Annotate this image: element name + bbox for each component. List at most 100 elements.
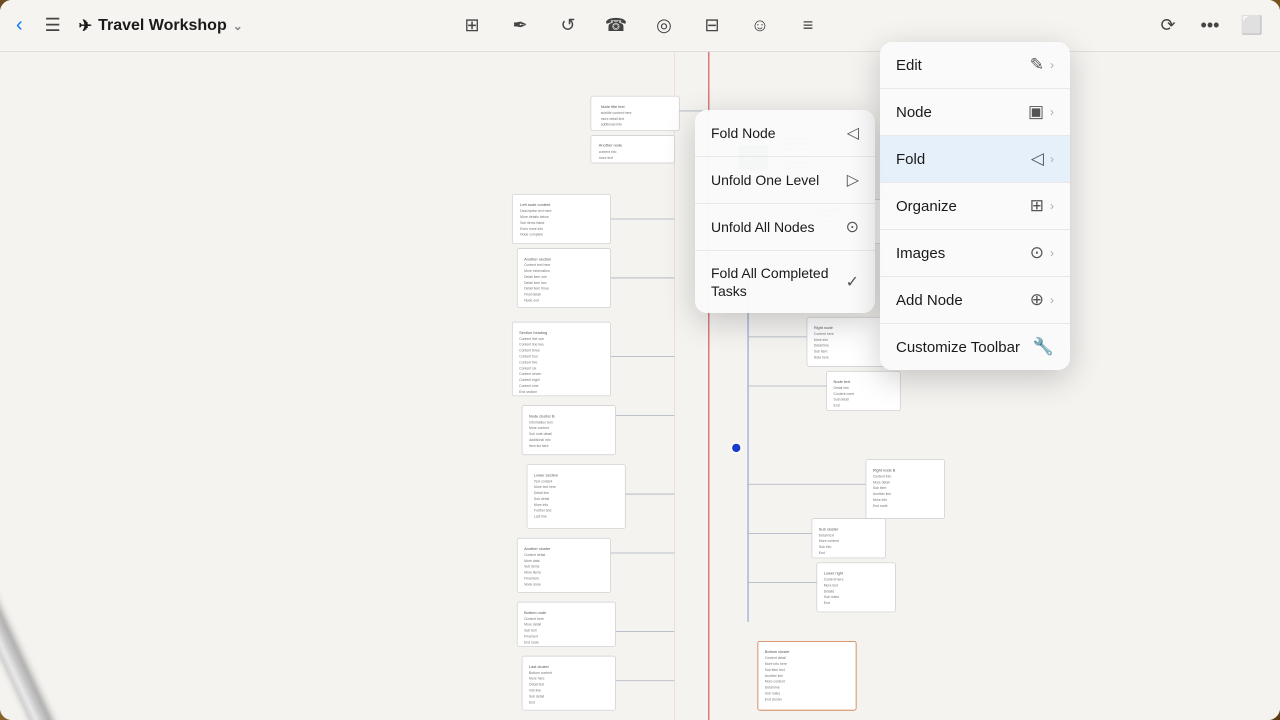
title-chevron-icon[interactable]: ⌄ [233, 19, 243, 33]
organize-right: ⊞ › [1030, 196, 1054, 216]
edit-label: Edit [896, 57, 922, 74]
svg-text:Lower section: Lower section [534, 472, 558, 477]
more-icon[interactable]: ••• [1194, 10, 1226, 42]
svg-text:Further text: Further text [534, 509, 552, 513]
node-menu-item[interactable]: Node ▣ › [880, 89, 1070, 136]
svg-text:Lower right: Lower right [824, 571, 844, 576]
add-node-icon: ⊕ [1030, 290, 1044, 310]
svg-text:More info here: More info here [765, 662, 787, 666]
images-menu-item-left: Images [896, 245, 945, 262]
add-node-label: Add Node [896, 292, 963, 309]
fold-completed-label: Fold All Completed Tasks [711, 264, 846, 300]
svg-text:Content more: Content more [834, 392, 855, 396]
fold-node-item[interactable]: Fold Node ◁ [695, 110, 875, 157]
fold-icon: ◁ [1031, 149, 1044, 169]
svg-text:More info: More info [873, 498, 887, 502]
emoji-icon[interactable]: ☺ [744, 10, 776, 42]
pen-icon[interactable]: ✒ [504, 10, 536, 42]
svg-text:Last cluster: Last cluster [529, 664, 550, 669]
svg-text:Sub detail: Sub detail [534, 497, 549, 501]
customize-toolbar-menu-item[interactable]: Customize Toolbar 🔧 [880, 324, 1070, 370]
svg-text:Note here: Note here [814, 355, 829, 359]
unfold-all-nodes-item[interactable]: Unfold All Nodes ⊙ [695, 204, 875, 251]
svg-text:End cluster: End cluster [765, 697, 783, 701]
back-button[interactable]: ‹ [12, 10, 27, 41]
svg-text:Sub cluster: Sub cluster [819, 526, 839, 531]
add-node-menu-item-left: Add Node [896, 292, 963, 309]
fold-right: ◁ › [1031, 149, 1054, 169]
svg-text:Detail item one: Detail item one [524, 275, 547, 279]
svg-text:Content four: Content four [519, 355, 539, 359]
note-icon[interactable]: ≡ [792, 10, 824, 42]
svg-text:Content five: Content five [519, 360, 537, 364]
images-icon: ⊙ [1030, 243, 1044, 263]
svg-text:End: End [529, 700, 535, 704]
grid-icon[interactable]: ⊞ [456, 10, 488, 42]
svg-text:Text content: Text content [534, 479, 552, 483]
svg-text:Final text: Final text [524, 634, 538, 638]
undo-icon[interactable]: ↺ [552, 10, 584, 42]
unfold-one-level-item[interactable]: Unfold One Level ▷ [695, 157, 875, 204]
svg-text:Sub items: Sub items [524, 565, 540, 569]
svg-text:Final item: Final item [524, 577, 539, 581]
customize-right: 🔧 [1033, 337, 1054, 357]
svg-text:More text: More text [824, 583, 838, 587]
svg-text:Sub note detail: Sub note detail [529, 432, 552, 436]
camera-icon[interactable]: ◎ [648, 10, 680, 42]
svg-text:Final detail: Final detail [524, 293, 541, 297]
svg-text:Content line two: Content line two [519, 343, 544, 347]
svg-text:Content line one: Content line one [519, 337, 544, 341]
fold-menu-item[interactable]: Fold ◁ › [880, 136, 1070, 183]
svg-text:End node: End node [524, 640, 539, 644]
edit-menu-item[interactable]: Edit ✎ › [880, 42, 1070, 89]
add-node-menu-item[interactable]: Add Node ⊕ › [880, 277, 1070, 324]
svg-text:more detail text: more detail text [601, 117, 624, 121]
images-right: ⊙ › [1030, 243, 1054, 263]
svg-text:More here: More here [529, 677, 545, 681]
sync-icon[interactable]: ⟳ [1152, 10, 1184, 42]
svg-text:Content here: Content here [524, 617, 544, 621]
svg-text:End node: End node [873, 504, 888, 508]
svg-text:Information text: Information text [529, 420, 553, 424]
images-menu-item[interactable]: Images ⊙ › [880, 230, 1070, 277]
svg-text:Another node: Another node [599, 142, 622, 147]
panel-icon[interactable]: ⬜ [1236, 10, 1268, 42]
edit-icon: ✎ [1030, 55, 1044, 75]
organize-icon: ⊞ [1030, 196, 1044, 216]
layout-icon[interactable]: ⊟ [696, 10, 728, 42]
svg-text:Details: Details [824, 589, 835, 593]
svg-text:Content detail: Content detail [765, 656, 786, 660]
images-arrow-icon: › [1050, 246, 1054, 260]
customize-toolbar-label: Customize Toolbar [896, 339, 1020, 356]
unfold-one-level-icon: ▷ [847, 170, 859, 190]
organize-label: Organize [896, 198, 957, 215]
svg-text:additional info: additional info [601, 123, 622, 127]
svg-text:More information: More information [524, 269, 550, 273]
svg-text:Info line: Info line [529, 689, 541, 693]
fold-completed-item[interactable]: Fold All Completed Tasks ✓ [695, 251, 875, 313]
svg-text:Content three: Content three [519, 349, 540, 353]
svg-text:Content info: Content info [873, 474, 892, 478]
svg-text:Sub items listed: Sub items listed [520, 221, 544, 225]
svg-text:Sub item: Sub item [814, 350, 828, 354]
svg-text:Detail info: Detail info [834, 386, 849, 390]
node-menu-item-left: Node [896, 104, 932, 121]
svg-text:Content here: Content here [824, 578, 844, 582]
svg-text:Bottom cluster: Bottom cluster [765, 649, 791, 654]
add-node-arrow-icon: › [1050, 293, 1054, 307]
fold-completed-icon: ✓ [846, 272, 859, 292]
svg-text:End: End [819, 551, 825, 555]
svg-text:Another cluster: Another cluster [524, 546, 551, 551]
fold-arrow-icon: › [1050, 152, 1054, 166]
organize-menu-item[interactable]: Organize ⊞ › [880, 183, 1070, 230]
sidebar-toggle-button[interactable]: ☰ [37, 10, 69, 42]
svg-text:Content text here: Content text here [524, 263, 550, 267]
svg-text:Sub item: Sub item [873, 486, 887, 490]
node-label: Node [896, 104, 932, 121]
svg-text:Content six: Content six [519, 366, 536, 370]
svg-text:Detail line: Detail line [534, 491, 549, 495]
svg-text:Description text here: Description text here [520, 209, 551, 213]
edit-right: ✎ › [1030, 55, 1054, 75]
svg-text:Right node B: Right node B [873, 467, 896, 472]
phone-icon[interactable]: ☎ [600, 10, 632, 42]
